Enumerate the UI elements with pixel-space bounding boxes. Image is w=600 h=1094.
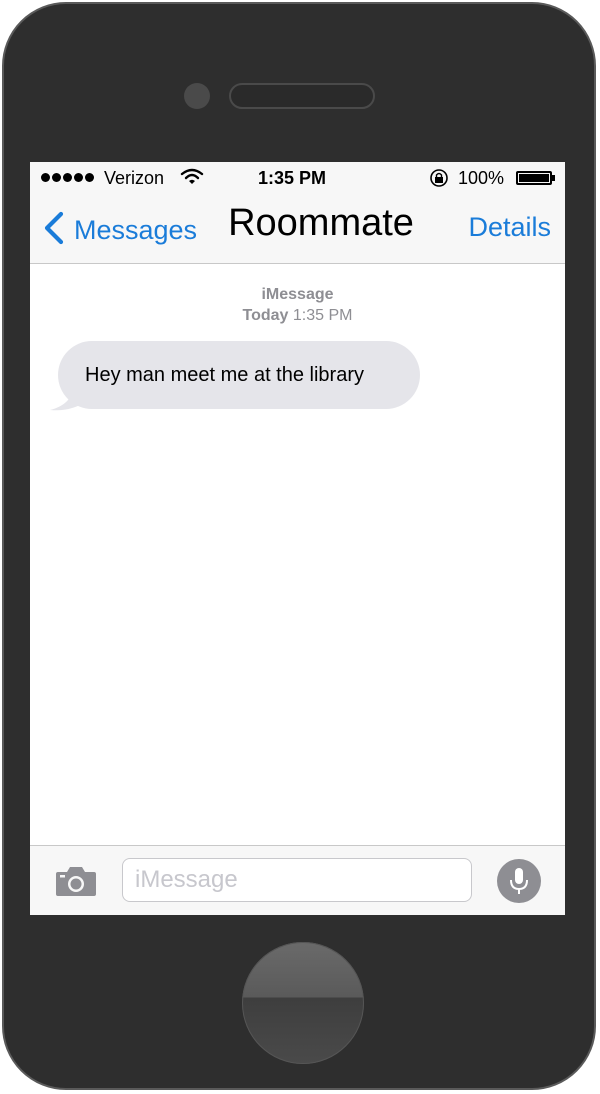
carrier-name: Verizon: [104, 168, 165, 188]
microphone-button[interactable]: [497, 859, 541, 903]
timestamp-time: 1:35 PM: [292, 307, 353, 324]
navigation-bar: Messages Roommate Details: [30, 194, 565, 264]
message-timestamp: Today 1:35 PM: [30, 307, 565, 325]
front-camera: [184, 83, 210, 109]
timestamp-day: Today: [242, 307, 289, 324]
message-composer: [30, 845, 565, 915]
status-time: 1:35 PM: [258, 168, 327, 188]
camera-icon: [54, 867, 98, 902]
screen: Verizon 1:35 PM 100% Messages Roommate D…: [30, 162, 565, 915]
microphone-icon: [497, 868, 541, 907]
status-bar: Verizon 1:35 PM 100%: [30, 162, 565, 194]
battery-percentage: 100%: [458, 168, 505, 188]
details-button[interactable]: Details: [468, 212, 551, 243]
battery-icon: [516, 171, 552, 185]
earpiece-speaker: [229, 83, 375, 109]
rotation-lock-icon: [428, 168, 450, 193]
wifi-icon: [180, 168, 204, 191]
home-button[interactable]: [242, 942, 364, 1064]
battery-tip: [552, 175, 555, 181]
message-list[interactable]: iMessage Today 1:35 PM Hey man meet me a…: [30, 264, 565, 845]
incoming-message-bubble[interactable]: Hey man meet me at the library: [58, 341, 420, 409]
signal-strength-icon: [41, 173, 94, 182]
service-label: iMessage: [261, 286, 334, 303]
message-input[interactable]: [122, 858, 472, 902]
camera-button[interactable]: [54, 864, 98, 898]
